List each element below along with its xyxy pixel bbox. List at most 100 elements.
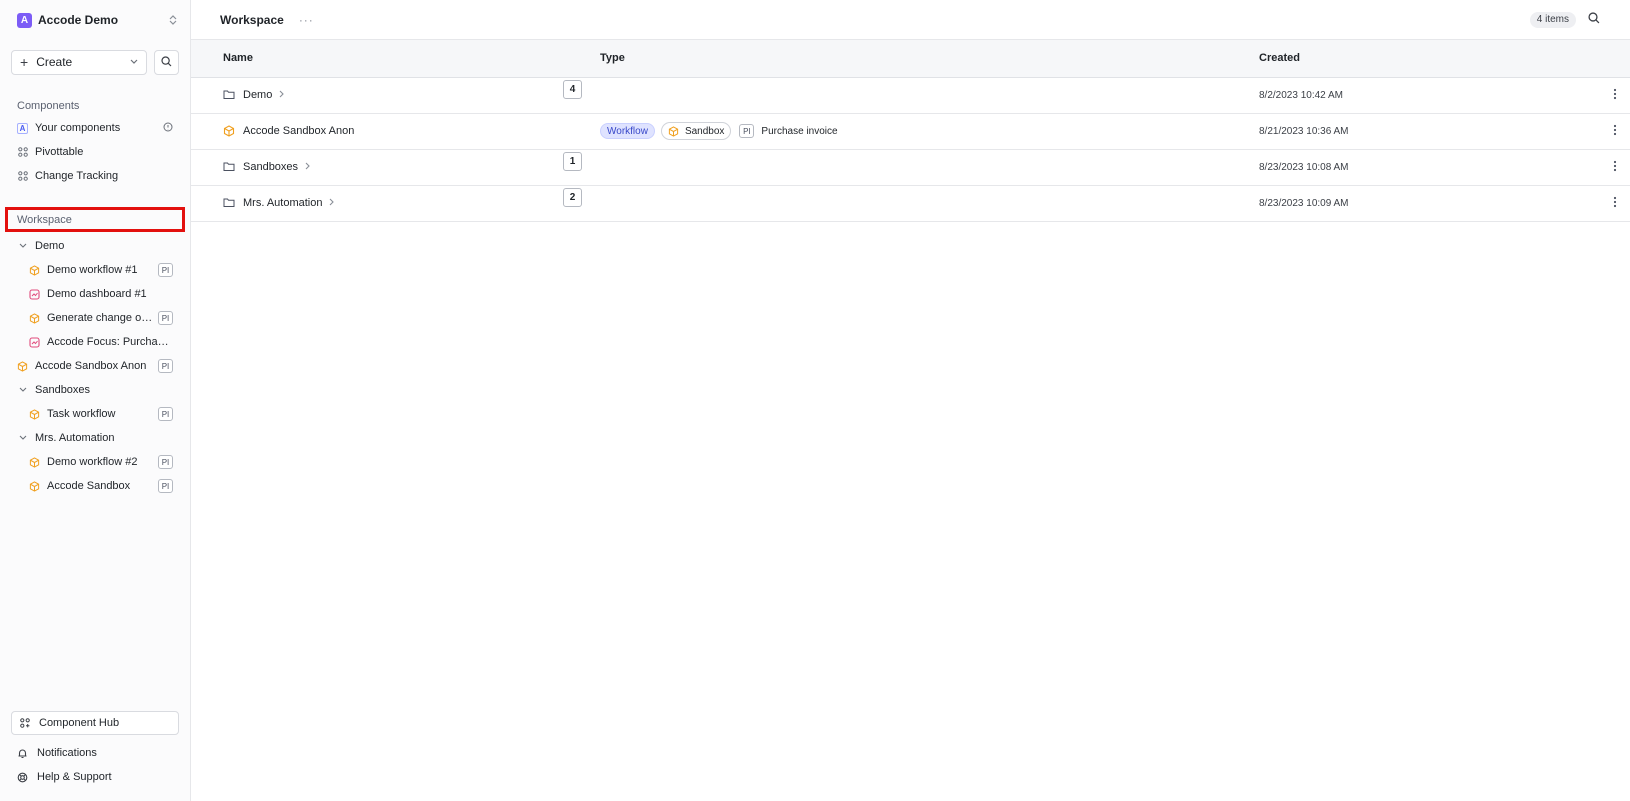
tree-item-task-workflow[interactable]: Task workflow PI (0, 402, 190, 426)
chevron-right-icon[interactable] (279, 90, 285, 101)
sidebar-item-label: Change Tracking (35, 170, 119, 182)
table-row[interactable]: Sandboxes 1 8/23/2023 10:08 AM (191, 149, 1630, 185)
tree-item-label: Demo workflow #1 (47, 264, 138, 276)
chevron-right-icon[interactable] (329, 198, 335, 209)
folder-icon (223, 89, 235, 101)
components-section-title: Components (17, 100, 80, 112)
workflow-type-pill: Workflow (600, 123, 655, 139)
workspace-section-title[interactable]: Workspace (5, 207, 185, 232)
kebab-icon[interactable] (1613, 88, 1617, 103)
sandbox-pill-label: Sandbox (684, 125, 725, 137)
pi-badge: PI (158, 479, 173, 493)
create-button[interactable]: + Create (11, 49, 147, 75)
workspace-title-label: Workspace (17, 213, 72, 226)
sidebar-item-label: Pivottable (35, 146, 84, 158)
main-content: Workspace ··· 4 items Name Type Created (191, 0, 1630, 801)
dashboard-icon (29, 288, 40, 300)
table-header-row: Name Type Created (191, 40, 1630, 77)
help-support-item[interactable]: Help & Support (11, 765, 179, 789)
table-row[interactable]: Accode Sandbox Anon Workflow Sandbox PI … (191, 113, 1630, 149)
create-label: Create (36, 55, 73, 69)
cube-icon (29, 408, 40, 420)
tree-item-demo-dashboard-1[interactable]: Demo dashboard #1 (0, 282, 190, 306)
org-switcher[interactable]: A Accode Demo (0, 0, 190, 40)
chevron-updown-icon (169, 15, 177, 25)
column-header-name[interactable]: Name (191, 40, 600, 77)
tree-folder-demo[interactable]: Demo (0, 234, 190, 258)
row-name[interactable]: Mrs. Automation (243, 197, 322, 209)
table-row[interactable]: Mrs. Automation 2 8/23/2023 10:09 AM (191, 185, 1630, 221)
cube-icon (29, 264, 40, 276)
plus-icon: + (20, 54, 29, 70)
row-name[interactable]: Accode Sandbox Anon (243, 125, 354, 137)
pi-badge: PI (158, 455, 173, 469)
grid-icon (17, 171, 28, 182)
bell-icon (17, 748, 28, 759)
sidebar-item-label: Your components (35, 122, 121, 134)
help-support-label: Help & Support (37, 771, 112, 783)
created-date: 8/21/2023 10:36 AM (1259, 126, 1349, 137)
tree-item-label: Task workflow (47, 408, 116, 420)
chevron-down-icon[interactable] (17, 241, 28, 252)
cube-icon (29, 312, 40, 324)
sidebar-actions: + Create (0, 40, 190, 78)
table-row[interactable]: Demo 4 8/2/2023 10:42 AM (191, 77, 1630, 113)
component-hub-button[interactable]: Component Hub (11, 711, 179, 735)
dashboard-icon (29, 336, 40, 348)
pi-badge: PI (158, 263, 173, 277)
sidebar-item-change-tracking[interactable]: Change Tracking (0, 164, 190, 188)
workspace-tree: Demo Demo workflow #1 PI Demo dashboard … (0, 234, 190, 498)
tree-item-accode-sandbox[interactable]: Accode Sandbox PI (0, 474, 190, 498)
component-hub-label: Component Hub (39, 717, 120, 729)
cube-icon (17, 360, 28, 372)
folder-icon (223, 161, 235, 173)
row-name[interactable]: Sandboxes (243, 161, 298, 173)
sandbox-pill[interactable]: Sandbox (660, 122, 732, 140)
sidebar-item-your-components[interactable]: A Your components (0, 116, 190, 140)
grid-icon (17, 147, 28, 158)
search-icon (161, 55, 172, 70)
kebab-icon[interactable] (1613, 196, 1617, 211)
org-avatar: A (17, 12, 32, 28)
created-date: 8/2/2023 10:42 AM (1259, 90, 1343, 101)
tree-folder-mrs-automation[interactable]: Mrs. Automation (0, 426, 190, 450)
search-icon[interactable] (1588, 12, 1600, 27)
tree-item-accode-focus[interactable]: Accode Focus: Purchase in... (0, 330, 190, 354)
notifications-label: Notifications (37, 747, 97, 759)
tree-item-label: Generate change oper... (47, 312, 154, 324)
tree-folder-sandboxes[interactable]: Sandboxes (0, 378, 190, 402)
kebab-icon[interactable] (1613, 124, 1617, 139)
kebab-icon[interactable] (1613, 160, 1617, 175)
document-type-label: Purchase invoice (761, 125, 838, 137)
cube-icon (668, 125, 679, 137)
pi-badge: PI (158, 407, 173, 421)
tree-item-demo-workflow-2[interactable]: Demo workflow #2 PI (0, 450, 190, 474)
child-count-badge: 4 (563, 80, 582, 99)
tree-item-demo-workflow-1[interactable]: Demo workflow #1 PI (0, 258, 190, 282)
chevron-right-icon[interactable] (305, 162, 311, 173)
main-header: Workspace ··· 4 items (191, 0, 1630, 40)
chevron-down-icon[interactable] (17, 433, 28, 444)
pi-badge: PI (739, 124, 755, 138)
app: A Accode Demo + Create Components A Your… (0, 0, 1630, 801)
row-name[interactable]: Demo (243, 89, 272, 101)
info-icon[interactable] (163, 122, 173, 135)
column-header-type[interactable]: Type (600, 40, 1259, 77)
tree-item-generate-change[interactable]: Generate change oper... PI (0, 306, 190, 330)
sidebar: A Accode Demo + Create Components A Your… (0, 0, 191, 801)
chevron-down-icon[interactable] (17, 385, 28, 396)
tree-item-accode-sandbox-anon[interactable]: Accode Sandbox Anon PI (0, 354, 190, 378)
notifications-item[interactable]: Notifications (11, 741, 179, 765)
tree-item-label: Demo workflow #2 (47, 456, 138, 468)
tree-item-label: Accode Sandbox Anon (35, 360, 147, 372)
cube-icon (29, 456, 40, 468)
more-options-icon[interactable]: ··· (299, 13, 314, 27)
tree-item-label: Demo dashboard #1 (47, 288, 147, 300)
created-date: 8/23/2023 10:09 AM (1259, 198, 1349, 209)
cube-icon (29, 480, 40, 492)
item-count-badge: 4 items (1529, 11, 1576, 28)
column-header-created[interactable]: Created (1259, 40, 1600, 77)
sidebar-item-pivottable[interactable]: Pivottable (0, 140, 190, 164)
pi-badge: PI (158, 311, 173, 325)
sidebar-search-button[interactable] (154, 49, 179, 75)
